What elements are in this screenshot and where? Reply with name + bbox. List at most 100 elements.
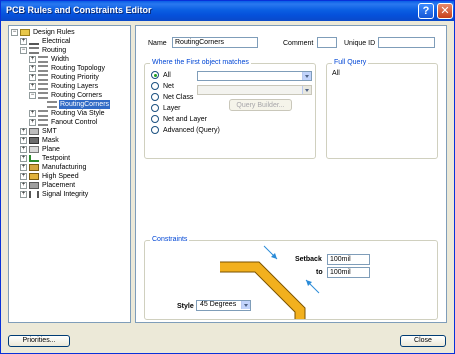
expand-icon[interactable]: +: [29, 74, 36, 81]
close-window-button[interactable]: ✕: [437, 3, 453, 19]
tree-item-label: Signal Integrity: [42, 191, 89, 198]
radio-net-and-layer[interactable]: Net and Layer: [151, 115, 207, 123]
expand-icon[interactable]: +: [29, 119, 36, 126]
tree-item-label: Routing Topology: [51, 65, 105, 72]
radio-icon[interactable]: [151, 93, 159, 101]
expand-icon[interactable]: +: [20, 38, 27, 45]
tree-item-label: Electrical: [42, 38, 71, 45]
rule-editor-panel: Name RoutingCorners Comment Unique ID Wh…: [135, 25, 447, 323]
full-query-group: Full Query All: [326, 59, 438, 159]
net-class-select[interactable]: [197, 85, 312, 95]
dialog-body: − Design Rules + Electrical − Routing + …: [4, 21, 451, 352]
rules-folder-icon: [20, 29, 30, 36]
close-button[interactable]: Close: [400, 335, 446, 347]
radio-label: Advanced (Query): [163, 126, 220, 134]
radio-selected-icon[interactable]: [151, 71, 159, 79]
corner-trace-fill: [220, 262, 305, 319]
expand-icon[interactable]: +: [20, 155, 27, 162]
tree-item-label: Mask: [42, 137, 59, 144]
routing-rule-icon: [38, 56, 48, 63]
tree-item-signal-integrity[interactable]: + Signal Integrity: [20, 190, 89, 199]
collapse-icon[interactable]: −: [20, 47, 27, 54]
tree-item-electrical[interactable]: + Electrical: [20, 37, 71, 46]
rules-editor-window: PCB Rules and Constraints Editor ? ✕ − D…: [0, 0, 455, 354]
corner-style-value: 45 Degrees: [200, 301, 237, 308]
expand-icon[interactable]: +: [29, 56, 36, 63]
expand-icon[interactable]: +: [29, 65, 36, 72]
tree-item-label: High Speed: [42, 173, 79, 180]
tree-item-design-rules[interactable]: − Design Rules: [11, 28, 76, 37]
collapse-icon[interactable]: −: [29, 92, 36, 99]
tree-item-label: SMT: [42, 128, 57, 135]
expand-icon[interactable]: +: [20, 182, 27, 189]
match-group: Where the First object matches All Net N…: [144, 59, 316, 159]
rule-name-field[interactable]: RoutingCorners: [172, 37, 258, 48]
expand-icon[interactable]: +: [20, 173, 27, 180]
radio-icon[interactable]: [151, 115, 159, 123]
comment-field[interactable]: [317, 37, 337, 48]
radio-icon[interactable]: [151, 126, 159, 134]
tree-item-label: Placement: [42, 182, 76, 189]
help-button[interactable]: ?: [418, 3, 434, 19]
expand-icon[interactable]: +: [20, 128, 27, 135]
radio-label: Layer: [163, 104, 181, 112]
radio-icon[interactable]: [151, 104, 159, 112]
radio-advanced-query[interactable]: Advanced (Query): [151, 126, 220, 134]
collapse-icon[interactable]: −: [11, 29, 18, 36]
tree-item-high-speed[interactable]: + High Speed: [20, 172, 80, 181]
setback-label: Setback: [295, 256, 322, 263]
routing-icon: [29, 47, 39, 54]
expand-icon[interactable]: +: [20, 137, 27, 144]
tree-item-fanout-control[interactable]: + Fanout Control: [29, 118, 98, 127]
electrical-icon: [29, 39, 39, 45]
tree-item-mask[interactable]: + Mask: [20, 136, 60, 145]
radio-label: Net: [163, 82, 174, 90]
radio-all[interactable]: All: [151, 71, 171, 79]
mask-icon: [29, 137, 39, 144]
tree-item-routing-via-style[interactable]: + Routing Via Style: [29, 109, 106, 118]
chevron-down-icon[interactable]: [302, 86, 311, 94]
tree-item-label: Routing: [42, 47, 67, 54]
tree-item-label: Width: [51, 56, 69, 63]
expand-icon[interactable]: +: [20, 164, 27, 171]
priorities-button[interactable]: Priorities...: [8, 335, 70, 347]
chevron-down-icon[interactable]: [241, 301, 250, 309]
tree-item-routing-priority[interactable]: + Routing Priority: [29, 73, 100, 82]
tree-item-routing-layers[interactable]: + Routing Layers: [29, 82, 99, 91]
rules-tree[interactable]: − Design Rules + Electrical − Routing + …: [8, 25, 131, 323]
routing-rule-icon: [38, 74, 48, 81]
setback-to-field[interactable]: 100mil: [327, 267, 370, 278]
tree-item-width[interactable]: + Width: [29, 55, 70, 64]
unique-id-field[interactable]: [378, 37, 435, 48]
routing-rule-icon: [47, 101, 57, 108]
tree-item-label: RoutingCorners: [59, 100, 111, 109]
expand-icon[interactable]: +: [29, 110, 36, 117]
tree-item-manufacturing[interactable]: + Manufacturing: [20, 163, 87, 172]
radio-label: Net Class: [163, 93, 194, 101]
query-builder-button[interactable]: Query Builder...: [229, 99, 292, 111]
high-speed-icon: [29, 173, 39, 180]
tree-item-plane[interactable]: + Plane: [20, 145, 61, 154]
radio-net[interactable]: Net: [151, 82, 174, 90]
chevron-down-icon[interactable]: [302, 72, 311, 80]
routing-rule-icon: [38, 119, 48, 126]
radio-net-class[interactable]: Net Class: [151, 93, 193, 101]
tree-item-routing[interactable]: − Routing: [20, 46, 67, 55]
expand-icon[interactable]: +: [29, 83, 36, 90]
tree-item-placement[interactable]: + Placement: [20, 181, 76, 190]
tree-item-routing-topology[interactable]: + Routing Topology: [29, 64, 106, 73]
expand-icon[interactable]: +: [20, 146, 27, 153]
window-title: PCB Rules and Constraints Editor: [6, 5, 152, 15]
expand-icon[interactable]: +: [20, 191, 27, 198]
radio-layer[interactable]: Layer: [151, 104, 181, 112]
radio-icon[interactable]: [151, 82, 159, 90]
setback-field[interactable]: 100mil: [327, 254, 370, 265]
tree-item-testpoint[interactable]: + Testpoint: [20, 154, 71, 163]
tree-item-routing-corners[interactable]: − Routing Corners: [29, 91, 103, 100]
routing-rule-icon: [38, 92, 48, 99]
tree-item-routingcorners-rule[interactable]: RoutingCorners: [47, 100, 111, 109]
net-select[interactable]: [197, 71, 312, 81]
tree-item-smt[interactable]: + SMT: [20, 127, 58, 136]
tree-item-label: Fanout Control: [51, 119, 98, 126]
corner-style-select[interactable]: 45 Degrees: [196, 300, 251, 311]
